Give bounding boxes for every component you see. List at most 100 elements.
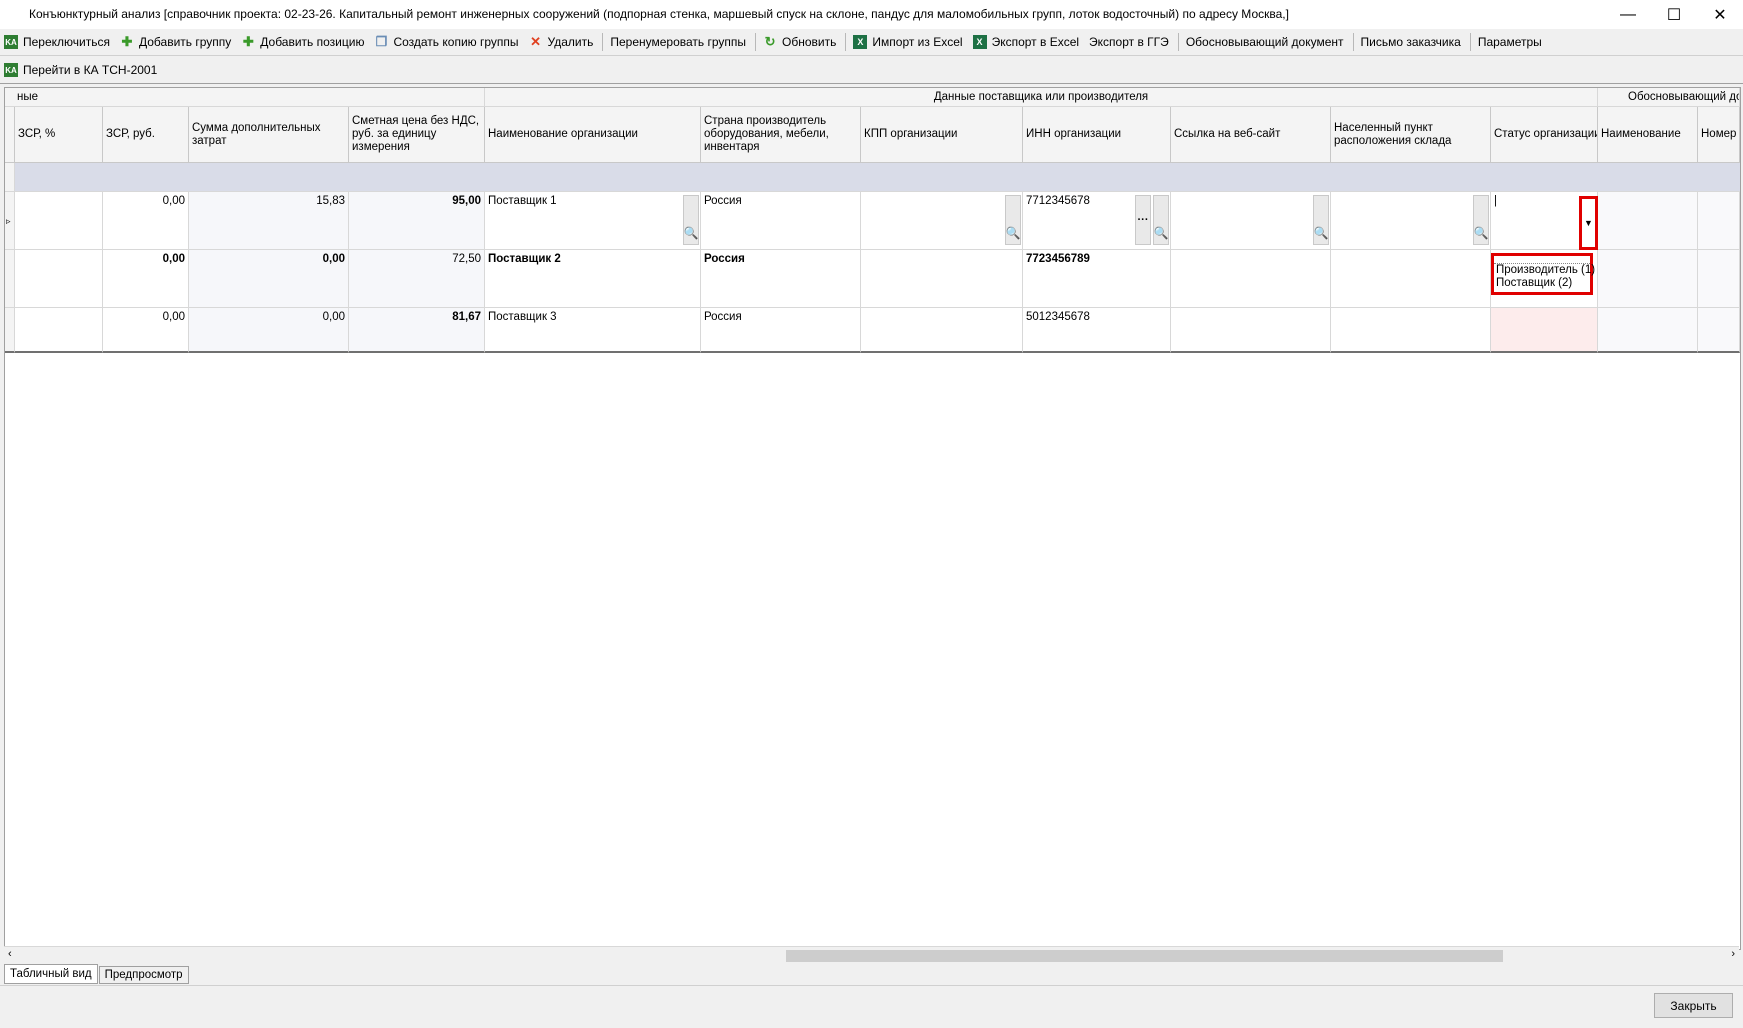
table-cell[interactable] bbox=[1331, 250, 1491, 308]
customer-letter-button[interactable]: Письмо заказчика bbox=[1357, 31, 1467, 53]
horizontal-scrollbar[interactable]: ‹ › bbox=[4, 946, 1739, 964]
table-cell[interactable] bbox=[1598, 308, 1698, 353]
table-cell[interactable]: 0,00 bbox=[103, 192, 189, 250]
col-header-org-name[interactable]: Наименование организации bbox=[485, 107, 701, 163]
table-cell[interactable] bbox=[861, 308, 1023, 353]
close-window-button[interactable]: ✕ bbox=[1697, 0, 1743, 29]
col-header-price[interactable]: Сметная цена без НДС, руб. за единицу из… bbox=[349, 107, 485, 163]
table-cell[interactable] bbox=[1598, 250, 1698, 308]
table-cell-website[interactable]: 🔍 bbox=[1171, 192, 1331, 250]
col-header-website[interactable]: Ссылка на веб-сайт bbox=[1171, 107, 1331, 163]
table-cell[interactable]: 7723456789 bbox=[1023, 250, 1171, 308]
status-bar bbox=[0, 985, 1743, 1028]
col-header-doc-name[interactable]: Наименование bbox=[1598, 107, 1698, 163]
table-cell[interactable]: 95,00 bbox=[349, 192, 485, 250]
maximize-button[interactable]: ☐ bbox=[1651, 0, 1697, 29]
toolbar-separator bbox=[1469, 33, 1471, 51]
table-cell[interactable]: Россия bbox=[701, 192, 861, 250]
dropdown-option-supplier[interactable]: Поставщик (2) bbox=[1494, 277, 1590, 290]
scroll-left-arrow-icon[interactable]: ‹ bbox=[8, 948, 12, 960]
search-lookup-icon[interactable]: 🔍 bbox=[683, 195, 699, 245]
table-cell[interactable] bbox=[15, 308, 103, 353]
table-cell[interactable]: 0,00 bbox=[189, 308, 349, 353]
table-cell[interactable]: 0,00 bbox=[189, 250, 349, 308]
copy-group-button[interactable]: ❐ Создать копию группы bbox=[370, 31, 524, 53]
table-cell[interactable]: 0,00 bbox=[103, 308, 189, 353]
table-cell[interactable]: Поставщик 3 bbox=[485, 308, 701, 353]
toolbar-separator bbox=[1352, 33, 1354, 51]
table-cell[interactable] bbox=[15, 192, 103, 250]
table-cell[interactable] bbox=[1331, 308, 1491, 353]
delete-button[interactable]: ✕ Удалить bbox=[525, 31, 600, 53]
table-cell-status-invalid[interactable] bbox=[1491, 308, 1598, 353]
search-lookup-icon[interactable]: 🔍 bbox=[1313, 195, 1329, 245]
table-cell[interactable]: Россия bbox=[701, 308, 861, 353]
toolbar-separator bbox=[1177, 33, 1179, 51]
tab-table-view[interactable]: Табличный вид bbox=[4, 964, 98, 984]
table-cell[interactable]: 5012345678 bbox=[1023, 308, 1171, 353]
search-lookup-icon[interactable]: 🔍 bbox=[1005, 195, 1021, 245]
table-cell[interactable] bbox=[1698, 250, 1740, 308]
toolbar-separator bbox=[845, 33, 847, 51]
table-cell[interactable]: 15,83 bbox=[189, 192, 349, 250]
table-cell[interactable] bbox=[1598, 192, 1698, 250]
data-grid[interactable]: ные Данные поставщика или производителя … bbox=[4, 87, 1741, 950]
group-row[interactable] bbox=[15, 163, 1740, 192]
table-cell-inn[interactable]: 7712345678 ··· 🔍 bbox=[1023, 192, 1171, 250]
dropdown-empty-option[interactable] bbox=[1494, 256, 1590, 264]
table-cell[interactable] bbox=[15, 250, 103, 308]
goto-ka-tsn-button[interactable]: KA Перейти в КА ТСН-2001 bbox=[0, 59, 163, 81]
export-excel-button[interactable]: X Экспорт в Excel bbox=[969, 31, 1085, 53]
band-header-supplier: Данные поставщика или производителя bbox=[485, 88, 1598, 107]
delete-x-icon: ✕ bbox=[530, 34, 541, 49]
table-cell[interactable] bbox=[861, 250, 1023, 308]
col-header-extra-costs[interactable]: Сумма дополнительных затрат bbox=[189, 107, 349, 163]
window-title: Конъюнктурный анализ [справочник проекта… bbox=[29, 7, 1289, 21]
renumber-groups-button[interactable]: Перенумеровать группы bbox=[606, 31, 752, 53]
table-cell[interactable] bbox=[1698, 308, 1740, 353]
search-lookup-icon[interactable]: 🔍 bbox=[1473, 195, 1489, 245]
search-lookup-icon[interactable]: 🔍 bbox=[1153, 195, 1169, 245]
col-header-zsr-pct[interactable]: ЗСР, % bbox=[15, 107, 103, 163]
title-bar: Конъюнктурный анализ [справочник проекта… bbox=[0, 0, 1743, 29]
col-header-inn[interactable]: ИНН организации bbox=[1023, 107, 1171, 163]
table-cell-city[interactable]: 🔍 bbox=[1331, 192, 1491, 250]
minimize-button[interactable]: — bbox=[1605, 0, 1651, 29]
parameters-button[interactable]: Параметры bbox=[1474, 31, 1548, 53]
table-cell[interactable]: Россия bbox=[701, 250, 861, 308]
scroll-right-arrow-icon[interactable]: › bbox=[1731, 948, 1735, 960]
dropdown-arrow-button[interactable]: ▼ bbox=[1579, 196, 1598, 250]
col-header-status[interactable]: Статус организации bbox=[1491, 107, 1598, 163]
col-header-country[interactable]: Страна производитель оборудования, мебел… bbox=[701, 107, 861, 163]
tab-preview[interactable]: Предпросмотр bbox=[98, 966, 189, 984]
scrollbar-thumb[interactable] bbox=[786, 950, 1503, 962]
table-cell[interactable]: Поставщик 2 bbox=[485, 250, 701, 308]
col-header-kpp[interactable]: КПП организации bbox=[861, 107, 1023, 163]
table-cell[interactable] bbox=[1171, 308, 1331, 353]
col-header-city[interactable]: Населенный пункт расположения склада bbox=[1331, 107, 1491, 163]
status-dropdown-list[interactable]: Производитель (1) Поставщик (2) bbox=[1491, 253, 1595, 295]
table-cell[interactable]: 72,50 bbox=[349, 250, 485, 308]
close-button[interactable]: Закрыть bbox=[1654, 993, 1733, 1018]
dropdown-option-manufacturer[interactable]: Производитель (1) bbox=[1494, 264, 1595, 277]
table-cell[interactable] bbox=[1171, 250, 1331, 308]
ka-icon: KA bbox=[4, 63, 18, 77]
export-gge-button[interactable]: Экспорт в ГГЭ bbox=[1085, 31, 1175, 53]
row-indicator-header bbox=[5, 107, 15, 163]
add-position-button[interactable]: ✚ Добавить позицию bbox=[237, 31, 370, 53]
refresh-button[interactable]: ↻ Обновить bbox=[759, 31, 842, 53]
ellipsis-button[interactable]: ··· bbox=[1135, 195, 1151, 245]
toolbar-separator bbox=[602, 33, 604, 51]
switch-button[interactable]: KA Переключиться bbox=[0, 31, 116, 53]
add-group-button[interactable]: ✚ Добавить группу bbox=[116, 31, 237, 53]
table-cell-kpp[interactable]: 🔍 bbox=[861, 192, 1023, 250]
row-indicator bbox=[5, 308, 15, 353]
table-cell[interactable]: 0,00 bbox=[103, 250, 189, 308]
col-header-zsr-rub[interactable]: ЗСР, руб. bbox=[103, 107, 189, 163]
table-cell-org-name[interactable]: Поставщик 1 🔍 bbox=[485, 192, 701, 250]
table-cell[interactable]: 81,67 bbox=[349, 308, 485, 353]
col-header-doc-number[interactable]: Номер д bbox=[1698, 107, 1740, 163]
justification-doc-button[interactable]: Обосновывающий документ bbox=[1182, 31, 1350, 53]
import-excel-button[interactable]: X Импорт из Excel bbox=[849, 31, 968, 53]
table-cell[interactable] bbox=[1698, 192, 1740, 250]
